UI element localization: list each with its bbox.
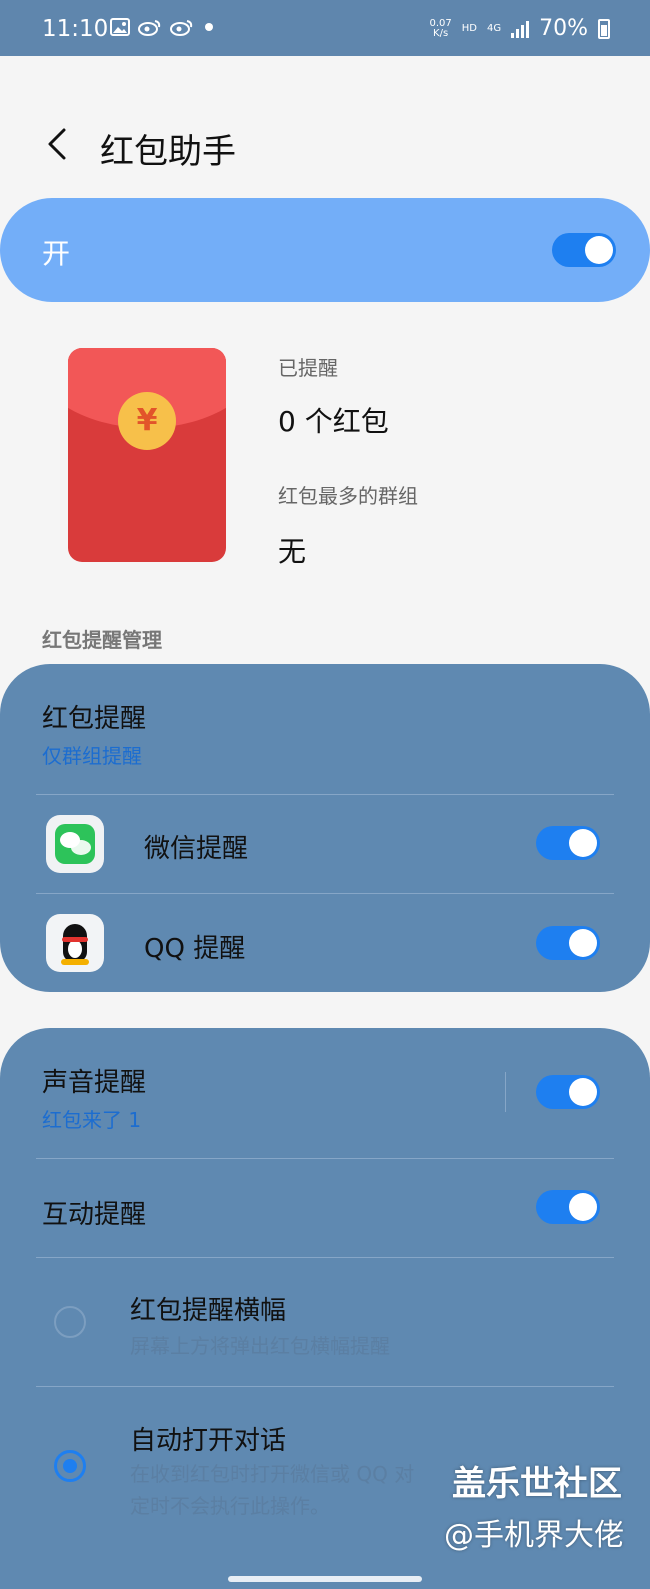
page-title: 红包助手 — [100, 132, 236, 172]
status-right: 0.07 K/s HD 4G 70% — [429, 16, 610, 41]
divider — [36, 893, 614, 894]
network-type: 4G — [486, 22, 502, 34]
yuan-coin-icon: ¥ — [118, 392, 176, 450]
wechat-toggle[interactable] — [536, 826, 600, 860]
status-bar: 11:10 0.07 K/s HD 4G 70% — [0, 0, 650, 56]
vertical-divider — [505, 1072, 506, 1112]
app-header: 红包助手 — [0, 110, 650, 180]
auto-open-radio[interactable] — [54, 1450, 86, 1482]
battery-percent: 70% — [539, 16, 588, 41]
auto-open-desc: 在收到红包时打开微信或 QQ 对 定时不会执行此操作。 — [130, 1462, 415, 1518]
reminder-settings-card: 红包提醒 仅群组提醒 微信提醒 QQ 提醒 — [0, 664, 650, 992]
master-switch-label: 开 — [42, 237, 71, 270]
wechat-icon — [46, 815, 104, 873]
qq-toggle[interactable] — [536, 926, 600, 960]
qq-penguin-icon — [46, 914, 104, 972]
reminded-value: 0 个红包 — [278, 405, 389, 438]
watermark-title: 盖乐世社区 — [452, 1464, 622, 1504]
back-arrow-icon[interactable] — [42, 124, 72, 164]
red-envelope-icon: ¥ — [68, 348, 226, 562]
status-time: 11:10 — [42, 16, 109, 42]
sound-reminder-title: 声音提醒 — [42, 1068, 147, 1098]
master-switch-row[interactable]: 开 — [0, 198, 650, 302]
net-speed: 0.07 K/s — [429, 17, 452, 39]
gallery-icon — [110, 18, 130, 36]
banner-option-desc: 屏幕上方将弹出红包横幅提醒 — [130, 1334, 390, 1358]
reminder-mode-value: 仅群组提醒 — [42, 744, 142, 768]
master-toggle[interactable] — [552, 233, 616, 267]
weibo-icon — [138, 20, 161, 36]
wechat-reminder-label: 微信提醒 — [144, 834, 249, 864]
gesture-bar[interactable] — [228, 1576, 422, 1582]
battery-icon — [598, 18, 610, 39]
divider — [36, 794, 614, 795]
notification-icons — [110, 18, 216, 36]
auto-open-title: 自动打开对话 — [130, 1426, 287, 1456]
divider — [36, 1386, 614, 1387]
reminder-title: 红包提醒 — [42, 704, 147, 734]
interaction-toggle[interactable] — [536, 1190, 600, 1224]
divider — [36, 1257, 614, 1258]
section-title: 红包提醒管理 — [42, 628, 162, 652]
reminded-label: 已提醒 — [278, 356, 338, 380]
weibo-icon — [170, 20, 193, 36]
sound-toggle[interactable] — [536, 1075, 600, 1109]
divider — [36, 1158, 614, 1159]
top-group-value: 无 — [278, 535, 307, 568]
notification-dot-icon — [205, 23, 213, 31]
banner-radio[interactable] — [54, 1306, 86, 1338]
watermark-handle: @手机界大佬 — [444, 1518, 624, 1553]
sound-reminder-value: 红包来了 1 — [42, 1108, 142, 1132]
interaction-reminder-title: 互动提醒 — [42, 1200, 147, 1230]
top-group-label: 红包最多的群组 — [278, 484, 418, 508]
qq-reminder-label: QQ 提醒 — [144, 934, 246, 964]
signal-icon — [511, 20, 530, 38]
banner-option-title: 红包提醒横幅 — [130, 1296, 287, 1326]
hd-indicator: HD — [461, 22, 477, 34]
